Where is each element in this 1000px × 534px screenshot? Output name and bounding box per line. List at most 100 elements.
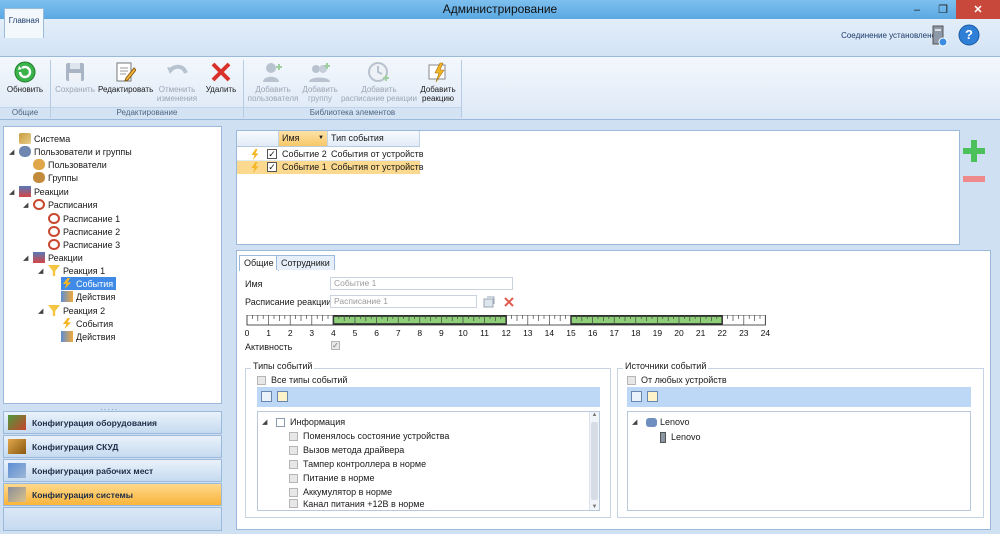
ribbon-group-general: Общие <box>0 107 50 119</box>
close-button[interactable]: ✕ <box>956 0 1000 19</box>
reaction-icon <box>48 305 60 316</box>
table-row[interactable]: ✓ Событие 2 События от устройств <box>237 148 424 161</box>
timeline-hour-label: 20 <box>674 328 684 338</box>
tree-item-schedules[interactable]: Расписания <box>33 198 98 211</box>
timeline-hour-label: 23 <box>739 328 749 338</box>
expand-all-icon[interactable] <box>261 391 272 402</box>
tree-item-reaction-2[interactable]: Реакция 2 <box>48 304 105 317</box>
schedule-label: Расписание реакции <box>245 297 332 307</box>
any-device-checkbox[interactable]: От любых устройств <box>627 373 727 387</box>
workstation-icon <box>8 463 26 478</box>
schedule-field[interactable]: Расписание 1 <box>330 295 477 308</box>
tree-item-actions-1[interactable]: Действия <box>61 290 115 303</box>
access-icon <box>8 439 26 454</box>
lightning-icon <box>62 318 72 329</box>
collapse-icon[interactable]: ◢ <box>23 254 28 262</box>
users-icon <box>33 159 45 170</box>
schedule-edit-icon[interactable] <box>483 296 495 308</box>
collapse-all-icon[interactable] <box>647 391 658 402</box>
active-checkbox[interactable]: ✓ <box>331 341 340 350</box>
expand-all-icon[interactable] <box>631 391 642 402</box>
event-type-item[interactable]: Вызов метода драйвера <box>289 443 404 457</box>
event-type-item[interactable]: Поменялось состояние устройства <box>289 429 449 443</box>
add-group-button[interactable]: Добавить группу <box>298 61 342 103</box>
collapse-icon[interactable]: ◢ <box>262 418 267 426</box>
collapse-all-icon[interactable] <box>277 391 288 402</box>
collapse-icon[interactable]: ◢ <box>9 188 14 196</box>
event-type-item[interactable]: Канал питания +12В в норме <box>289 499 425 510</box>
schedule-clear-icon[interactable] <box>503 296 515 308</box>
source-root[interactable]: Lenovo <box>646 415 690 429</box>
save-button[interactable]: Сохранить <box>55 61 95 94</box>
collapse-icon[interactable]: ◢ <box>38 267 43 275</box>
timeline-hour-label: 22 <box>717 328 727 338</box>
minimize-button[interactable]: ‒ <box>904 0 930 19</box>
edit-icon <box>116 62 136 82</box>
tree-item-users-groups[interactable]: Пользователи и группы <box>19 145 132 158</box>
collapse-icon[interactable]: ◢ <box>632 418 637 426</box>
tree-item-users[interactable]: Пользователи <box>33 158 107 171</box>
tree-item-actions-2[interactable]: Действия <box>61 330 115 343</box>
clock-icon <box>48 226 60 237</box>
event-type-item[interactable]: Аккумулятор в норме <box>289 485 392 499</box>
actions-icon <box>61 291 73 302</box>
tree-item-reaction-1[interactable]: Реакция 1 <box>48 264 105 277</box>
event-sources-toolbar <box>627 387 971 407</box>
all-event-types-checkbox[interactable]: Все типы событий <box>257 373 347 387</box>
timeline-hour-label: 18 <box>631 328 641 338</box>
table-row-selected[interactable]: ✓ Событие 1 События от устройств <box>237 161 424 174</box>
remove-row-icon[interactable] <box>963 172 985 186</box>
server-status-icon <box>932 25 948 47</box>
event-group-info[interactable]: Информация <box>276 415 345 429</box>
tree-item-groups[interactable]: Группы <box>33 171 78 184</box>
name-field[interactable]: Событие 1 <box>330 277 513 290</box>
system-config-icon <box>8 487 26 502</box>
nav-workstations-config[interactable]: Конфигурация рабочих мест <box>3 459 222 482</box>
source-device[interactable]: Lenovo <box>660 430 701 444</box>
add-row-icon[interactable] <box>963 140 985 162</box>
add-user-button[interactable]: Добавить пользователя <box>245 61 301 103</box>
tree-item-schedule-2[interactable]: Расписание 2 <box>48 225 120 238</box>
tree-item-reactions-root[interactable]: Реакции <box>19 185 69 198</box>
timeline-hour-label: 7 <box>396 328 401 338</box>
nav-access-config[interactable]: Конфигурация СКУД <box>3 435 222 458</box>
tab-employees[interactable]: Сотрудники <box>276 255 335 270</box>
grid-header-name[interactable]: Имя ▼ <box>279 131 328 147</box>
timeline-hour-label: 13 <box>523 328 533 338</box>
tab-general[interactable]: Общие <box>239 255 279 271</box>
tree-item-events-selected[interactable]: События <box>61 277 117 290</box>
row-checkbox[interactable]: ✓ <box>267 149 277 159</box>
tab-main[interactable]: Главная <box>4 8 44 38</box>
row-checkbox[interactable]: ✓ <box>267 162 277 172</box>
reactions-icon <box>33 252 45 263</box>
collapse-icon[interactable]: ◢ <box>38 307 43 315</box>
lightning-icon <box>251 162 259 173</box>
nav-hardware-config[interactable]: Конфигурация оборудования <box>3 411 222 434</box>
nav-system-config[interactable]: Конфигурация системы <box>3 483 222 506</box>
refresh-button[interactable]: Обновить <box>6 61 44 94</box>
undo-icon <box>167 64 188 74</box>
maximize-button[interactable]: ❐ <box>930 0 956 19</box>
cancel-changes-button[interactable]: Отменить изменения <box>154 61 200 103</box>
window-controls: ‒ ❐ ✕ <box>904 0 1000 19</box>
timeline-hour-label: 6 <box>374 328 379 338</box>
tree-item-system[interactable]: Система <box>19 132 70 145</box>
navigation-tree: Система ◢ Пользователи и группы Пользова… <box>3 126 222 404</box>
add-reaction-button[interactable]: Добавить реакцию <box>418 61 458 103</box>
edit-button[interactable]: Редактировать <box>98 61 153 94</box>
grid-header-type[interactable]: Тип события <box>328 131 420 147</box>
add-reaction-icon <box>428 62 446 83</box>
tree-item-schedule-3[interactable]: Расписание 3 <box>48 238 120 251</box>
collapse-icon[interactable]: ◢ <box>9 148 14 156</box>
help-icon[interactable]: ? <box>958 24 980 46</box>
tree-item-events-2[interactable]: События <box>61 317 113 330</box>
tree-item-reactions[interactable]: Реакции <box>33 251 83 264</box>
event-type-item[interactable]: Питание в норме <box>289 471 374 485</box>
add-schedule-button[interactable]: Добавить расписание реакции <box>340 61 418 103</box>
vertical-splitter[interactable] <box>226 126 232 534</box>
delete-button[interactable]: Удалить <box>203 61 239 94</box>
collapse-icon[interactable]: ◢ <box>23 201 28 209</box>
scrollbar[interactable]: ▲ ▼ <box>589 412 599 510</box>
event-type-item[interactable]: Тампер контроллера в норме <box>289 457 426 471</box>
tree-item-schedule-1[interactable]: Расписание 1 <box>48 212 120 225</box>
